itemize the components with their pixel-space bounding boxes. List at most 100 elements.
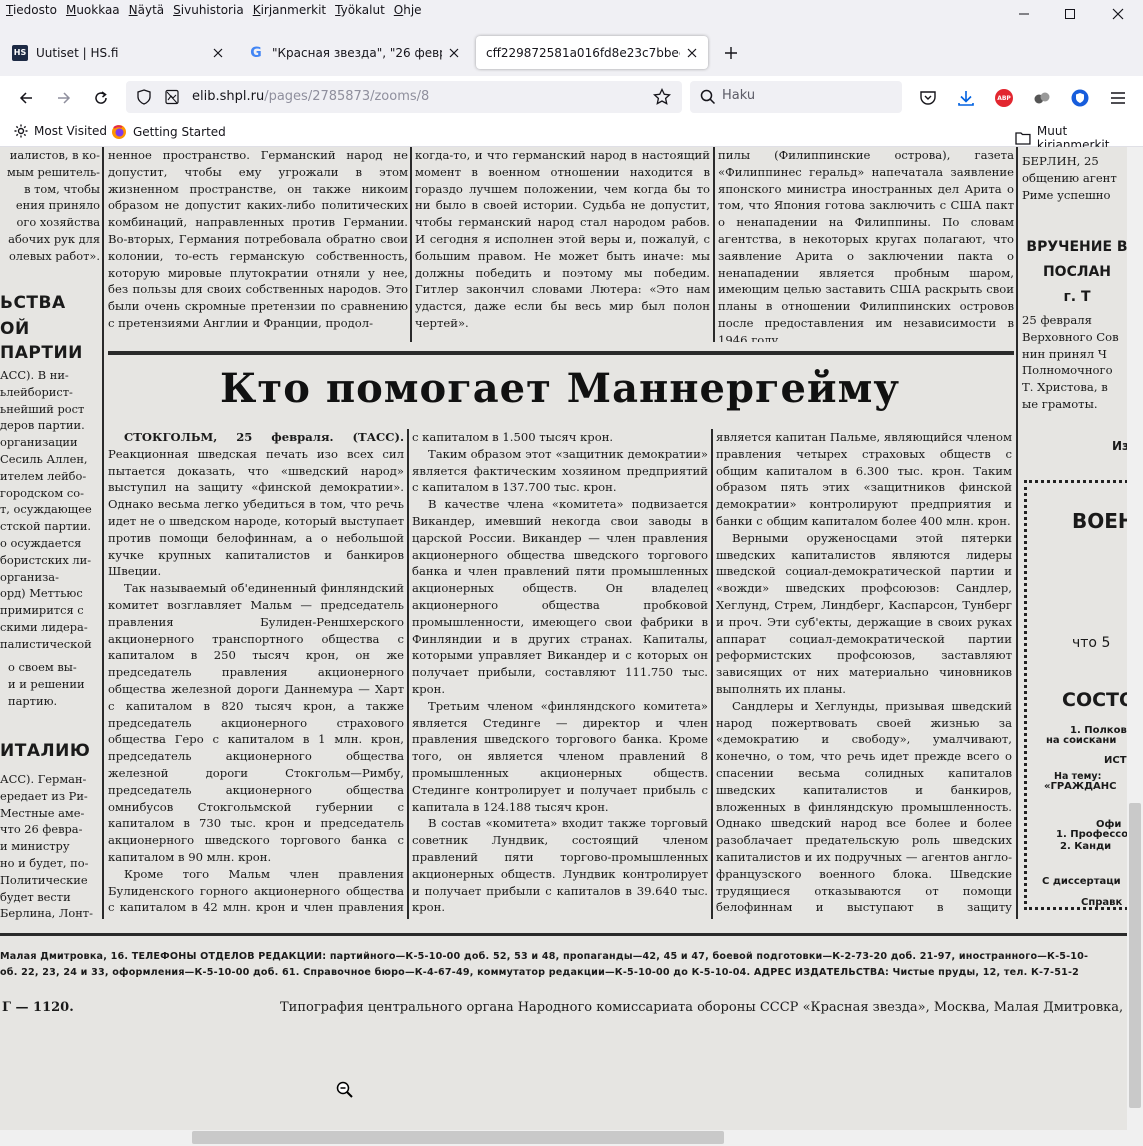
left-heading-2: ОЙ <box>0 319 30 339</box>
left-column-bottom-text: АСС). Герман- ередает из Ри- Местные аме… <box>0 772 93 921</box>
box-line: С диссертаци <box>1042 876 1121 887</box>
vertical-scrollbar-thumb[interactable] <box>1129 803 1141 1108</box>
tab-active-image[interactable]: cff229872581a016fd8e23c7bbeda2c6b <box>476 36 708 69</box>
left-heading-3: ПАРТИИ <box>0 343 83 363</box>
google-favicon-icon: G <box>250 44 262 61</box>
pocket-button[interactable] <box>914 84 942 112</box>
left-column-mid-text: АСС). В ни- ьлейборист- ьнейший рост дер… <box>0 368 92 651</box>
menu-item[interactable]: Näytä <box>129 3 165 17</box>
minimize-button[interactable] <box>1001 0 1047 28</box>
menu-bar: Tiedosto Muokkaa Näytä Sivuhistoria Kirjanme… <box>0 0 1143 28</box>
tab-google[interactable]: G "Красная звезда", "26 февраля 19 <box>238 36 470 69</box>
menu-item[interactable]: Työkalut <box>335 3 385 17</box>
right-column-heading: ВРУЧЕНИЕ В ПОСЛАН г. Т <box>1026 239 1127 305</box>
tab-hs[interactable]: HS Uutiset | HS.fi <box>2 36 234 69</box>
adblock-icon: ABP <box>995 89 1013 107</box>
top-column-3-text: пилы (Филиппинские острова), газета «Фил… <box>718 148 1014 342</box>
article-paragraph: СТОКГОЛЬМ, 25 февраля. (ТАСС). Реакционн… <box>108 430 404 579</box>
page-info-icon[interactable] <box>164 89 180 105</box>
firefox-icon <box>112 125 126 139</box>
article-paragraph: Третьим членом «финляндского комитета» я… <box>412 698 708 814</box>
close-window-button[interactable] <box>1095 0 1141 28</box>
bookmark-most-visited[interactable]: Most Visited <box>14 124 107 138</box>
bookmarks-toolbar: Most Visited Getting Started Muut kirjan… <box>0 118 1143 152</box>
hs-favicon-icon: HS <box>12 44 28 61</box>
url-bar[interactable]: elib.shpl.ru/pages/2785873/zooms/8 <box>126 81 682 113</box>
article-column-2: с капиталом в 1.500 тысяч крон. Таким обр… <box>412 429 708 919</box>
menu-item[interactable]: Sivuhistoria <box>173 3 244 17</box>
forward-arrow-icon <box>58 92 71 104</box>
newspaper-scan-image[interactable]: иалистов, в ко- мым решитель- в том, что… <box>0 147 1127 1130</box>
maximize-icon <box>1065 9 1075 19</box>
menu-item[interactable]: Tiedosto <box>6 3 57 17</box>
bitwarden-button[interactable] <box>1066 84 1094 112</box>
left-column-top-text: иалистов, в ко- мым решитель- в том, что… <box>7 148 100 262</box>
box-line: Справк <box>1081 897 1123 908</box>
horizontal-scrollbar-thumb[interactable] <box>192 1131 724 1144</box>
right-column-top-text: БЕРЛИН, 25 общению агент Риме успешно <box>1022 154 1117 202</box>
article-paragraph: является капитан Пальме, являющийся член… <box>716 430 1012 528</box>
zoom-out-cursor-icon <box>336 1081 353 1098</box>
close-icon <box>1112 8 1124 20</box>
pocket-icon <box>920 91 936 105</box>
column-rule <box>410 147 412 342</box>
folder-icon <box>1015 132 1031 145</box>
article-column-3: является капитан Пальме, являющийся член… <box>716 429 1012 919</box>
menu-item[interactable]: Ohje <box>394 3 422 17</box>
search-bar[interactable] <box>690 81 902 113</box>
extension-button[interactable] <box>1028 84 1056 112</box>
left-heading-4: ИТАЛИЮ <box>0 741 91 761</box>
tab-title: Uutiset | HS.fi <box>36 45 119 60</box>
bookmark-label: Getting Started <box>133 125 226 139</box>
url-text[interactable]: elib.shpl.ru/pages/2785873/zooms/8 <box>192 89 429 104</box>
menu-item[interactable]: Muokkaa <box>66 3 120 17</box>
article-paragraph: В качестве члена «комитета» подвизается … <box>412 497 708 696</box>
article-paragraph: Так называемый об'единенный финляндский … <box>108 581 404 864</box>
box-line: 2. Канди <box>1060 841 1112 852</box>
article-paragraph: Сандлеры и Хеглунды, призывая шведский н… <box>716 698 1012 919</box>
search-icon <box>700 89 716 105</box>
footer-phone-line-1: Малая Дмитровка, 16. ТЕЛЕФОНЫ ОТДЕЛОВ РЕ… <box>0 951 1089 962</box>
back-button[interactable] <box>12 84 40 112</box>
bookmark-star-icon[interactable] <box>653 88 671 106</box>
forward-button[interactable] <box>50 84 78 112</box>
bookmark-getting-started[interactable]: Getting Started <box>111 124 226 140</box>
right-column-mid-text: 25 февраля Верховного Сов нин принял Ч П… <box>1022 313 1119 411</box>
menu-item[interactable]: Kirjanmerkit <box>253 3 326 17</box>
adblock-button[interactable]: ABP <box>990 84 1018 112</box>
close-icon <box>449 48 459 57</box>
box-heading-2: СОСТО <box>1062 689 1127 711</box>
search-input[interactable] <box>722 88 892 103</box>
downloads-button[interactable] <box>952 84 980 112</box>
article-paragraph: В состав «комитета» входит также торговы… <box>412 816 708 915</box>
box-line: ИСТ <box>1104 755 1127 766</box>
column-rule <box>711 429 713 919</box>
top-column-2-text: когда-то, и что германский народ в насто… <box>415 148 710 330</box>
box-line: 1. Профессо <box>1056 829 1127 840</box>
box-heading: ВОЕН <box>1072 509 1127 533</box>
article-paragraph: Пятым членом «финляндского комитета» <box>412 916 708 919</box>
box-line: «ГРАЖДАНС <box>1044 781 1117 792</box>
footer-phone-line-2: об. 22, 23, 24 и 33, оформления—К-5-10-0… <box>0 967 1080 978</box>
close-icon <box>213 48 223 57</box>
article-column-1: СТОКГОЛЬМ, 25 февраля. (ТАСС). Реакционн… <box>108 429 404 919</box>
section-rule <box>108 351 1014 355</box>
download-icon <box>958 91 974 106</box>
order-number: Г — 1120. <box>2 1000 74 1015</box>
extension-globe-icon <box>1034 92 1050 104</box>
reload-button[interactable] <box>87 84 115 112</box>
app-menu-button[interactable] <box>1104 84 1132 112</box>
tab-strip: HS Uutiset | HS.fi G "Красная звезда", "… <box>0 28 1143 76</box>
new-tab-button[interactable] <box>719 41 743 65</box>
left-column-mid2-text: о своем вы- и и решении партию. <box>8 660 85 708</box>
maximize-button[interactable] <box>1047 0 1093 28</box>
tab-close-button[interactable] <box>680 41 704 65</box>
back-arrow-icon <box>19 92 32 104</box>
tab-close-button[interactable] <box>206 41 230 65</box>
shield-icon[interactable] <box>136 89 152 105</box>
bitwarden-shield-icon <box>1071 89 1089 107</box>
page-viewport: иалистов, в ко- мым решитель- в том, что… <box>0 147 1127 1130</box>
tab-close-button[interactable] <box>442 41 466 65</box>
column-rule <box>713 147 715 342</box>
article-headline: Кто помогает Маннергейму <box>220 365 900 412</box>
